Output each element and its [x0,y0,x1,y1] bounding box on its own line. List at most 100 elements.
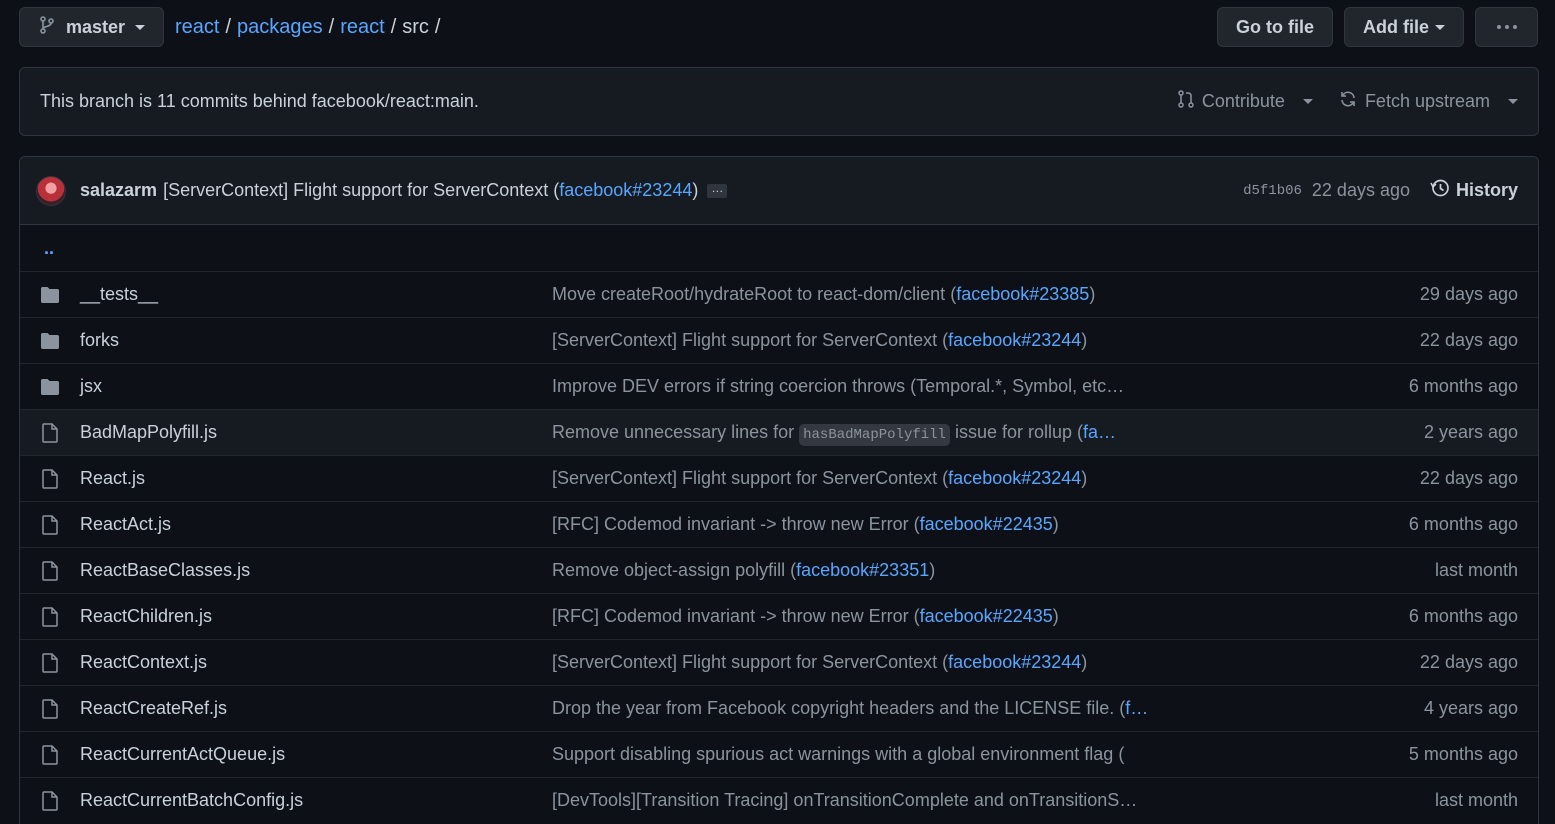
file-commit-message[interactable]: [ServerContext] Flight support for Serve… [552,468,1318,489]
file-row[interactable]: jsx Improve DEV errors if string coercion… [20,363,1538,409]
branch-icon [40,15,54,39]
commit-sha[interactable]: d5f1b06 [1243,183,1302,199]
breadcrumb: react / packages / react / src / [175,16,446,39]
file-commit-message[interactable]: Drop the year from Facebook copyright he… [552,698,1318,719]
file-row[interactable]: ReactAct.js [RFC] Codemod invariant -> th… [20,501,1538,547]
file-icon [40,698,60,719]
commit-issue-link[interactable]: f… [1125,698,1148,718]
go-to-file-button[interactable]: Go to file [1217,7,1333,47]
folder-icon [40,332,60,350]
file-commit-age: 6 months ago [1408,606,1518,626]
file-row[interactable]: ReactCurrentActQueue.js Support disabling… [20,731,1538,777]
commit-message-suffix: ) [1081,652,1088,672]
file-icon [40,514,60,535]
commit-message-text: Support disabling spurious act warnings … [552,744,1125,764]
file-commit-message[interactable]: [ServerContext] Flight support for Serve… [552,652,1318,673]
file-commit-message[interactable]: [RFC] Codemod invariant -> throw new Err… [552,606,1318,627]
branch-name: master [66,16,126,37]
file-name-link[interactable]: ReactContext.js [80,652,552,673]
file-commit-message[interactable]: Remove object-assign polyfill (facebook#… [552,560,1318,581]
file-commit-message[interactable]: Remove unnecessary lines for hasBadMapPo… [552,422,1318,446]
folder-icon [40,378,60,396]
file-row[interactable]: ReactCurrentBatchConfig.js [DevTools][Tra… [20,777,1538,823]
file-name-link[interactable]: ReactAct.js [80,514,552,535]
inline-code: hasBadMapPolyfill [799,424,950,446]
file-commit-age: 6 months ago [1408,514,1518,534]
commit-message-suffix: ) [1089,284,1096,304]
file-commit-message[interactable]: [ServerContext] Flight support for Serve… [552,330,1318,351]
commit-issue-link[interactable]: fa… [1083,422,1116,442]
file-name-link[interactable]: React.js [80,468,552,489]
file-name-link[interactable]: ReactCurrentBatchConfig.js [80,790,552,811]
file-commit-message[interactable]: Improve DEV errors if string coercion th… [552,376,1318,397]
file-commit-message[interactable]: [DevTools][Transition Tracing] onTransit… [552,790,1318,811]
commit-message-text: Improve DEV errors if string coercion th… [552,376,1125,396]
more-options-button[interactable] [1475,7,1538,47]
commit-message-suffix: ) [1081,330,1088,350]
breadcrumb-link-packages[interactable]: packages [237,16,323,39]
file-row[interactable]: ReactCreateRef.js Drop the year from Face… [20,685,1538,731]
file-row[interactable]: ReactBaseClasses.js Remove object-assign … [20,547,1538,593]
history-label: History [1455,180,1518,200]
commit-message-text: [ServerContext] Flight support for Serve… [552,652,949,672]
commit-issue-link[interactable]: facebook#23244 [948,652,1081,672]
add-file-button[interactable]: Add file [1344,7,1464,47]
latest-commit-bar: salazarm [ServerContext] Flight support … [20,157,1538,225]
commit-issue-link[interactable]: facebook#23244 [948,330,1081,350]
file-icon [40,606,60,627]
commit-issue-link[interactable]: facebook#22435 [920,514,1053,534]
expand-commit-message-button[interactable]: … [707,182,728,198]
fetch-upstream-dropdown[interactable]: Fetch upstream [1339,90,1518,113]
breadcrumb-link-react-repo[interactable]: react [175,16,219,39]
commit-message-suffix: ) [929,560,936,580]
file-name-link[interactable]: BadMapPolyfill.js [80,422,552,443]
commit-issue-link[interactable]: facebook#23351 [796,560,929,580]
file-commit-message[interactable]: [RFC] Codemod invariant -> throw new Err… [552,514,1318,535]
commit-message-text: [ServerContext] Flight support for Serve… [552,468,949,488]
commit-message-text: [ServerContext] Flight support for Serve… [552,330,949,350]
file-name-link[interactable]: __tests__ [80,284,552,305]
file-row[interactable]: ReactChildren.js [RFC] Codemod invariant … [20,593,1538,639]
commit-author[interactable]: salazarm [80,180,157,201]
commit-issue-link[interactable]: facebook#23244 [559,180,692,200]
avatar[interactable] [36,175,66,206]
file-name-link[interactable]: ReactBaseClasses.js [80,560,552,581]
file-commit-age: 6 months ago [1408,376,1518,396]
history-link[interactable]: History [1430,178,1518,203]
file-row[interactable]: ReactContext.js [ServerContext] Flight su… [20,639,1538,685]
fetch-upstream-label: Fetch upstream [1364,91,1490,111]
parent-directory-row[interactable]: .. [20,225,1538,271]
breadcrumb-link-react[interactable]: react [340,16,384,39]
file-row[interactable]: __tests__ Move createRoot/hydrateRoot to … [20,271,1538,317]
branch-selector[interactable]: master [19,7,164,47]
commit-issue-link[interactable]: facebook#23385 [956,284,1089,304]
file-row[interactable]: BadMapPolyfill.js Remove unnecessary line… [20,409,1538,455]
file-name-link[interactable]: ReactChildren.js [80,606,552,627]
file-name-link[interactable]: ReactCreateRef.js [80,698,552,719]
parent-directory-link[interactable]: .. [40,238,54,259]
history-icon [1430,178,1450,203]
contribute-dropdown[interactable]: Contribute [1178,90,1313,113]
commit-message-text: [DevTools][Transition Tracing] onTransit… [552,790,1138,810]
file-commit-age: 22 days ago [1419,330,1518,350]
file-commit-age: 5 months ago [1408,744,1518,764]
commit-message-suffix: ) [1052,606,1059,626]
git-pull-request-icon [1178,90,1194,113]
add-file-label: Add file [1363,16,1429,37]
commit-issue-link[interactable]: facebook#23244 [948,468,1081,488]
file-commit-message[interactable]: Move createRoot/hydrateRoot to react-dom… [552,284,1318,305]
file-icon [40,468,60,489]
file-list: .. __tests__ Move createRoot/hydrateRoot … [20,225,1538,823]
folder-icon [40,286,60,304]
file-row[interactable]: React.js [ServerContext] Flight support f… [20,455,1538,501]
file-name-link[interactable]: ReactCurrentActQueue.js [80,744,552,765]
file-row[interactable]: forks [ServerContext] Flight support for … [20,317,1538,363]
file-name-link[interactable]: jsx [80,376,552,397]
commit-message[interactable]: [ServerContext] Flight support for Serve… [163,180,698,201]
commit-issue-link[interactable]: facebook#22435 [920,606,1053,626]
file-browser: salazarm [ServerContext] Flight support … [19,156,1539,824]
file-name-link[interactable]: forks [80,330,552,351]
file-commit-age: 22 days ago [1419,468,1518,488]
file-commit-message[interactable]: Support disabling spurious act warnings … [552,744,1318,765]
contribute-label: Contribute [1201,91,1285,111]
